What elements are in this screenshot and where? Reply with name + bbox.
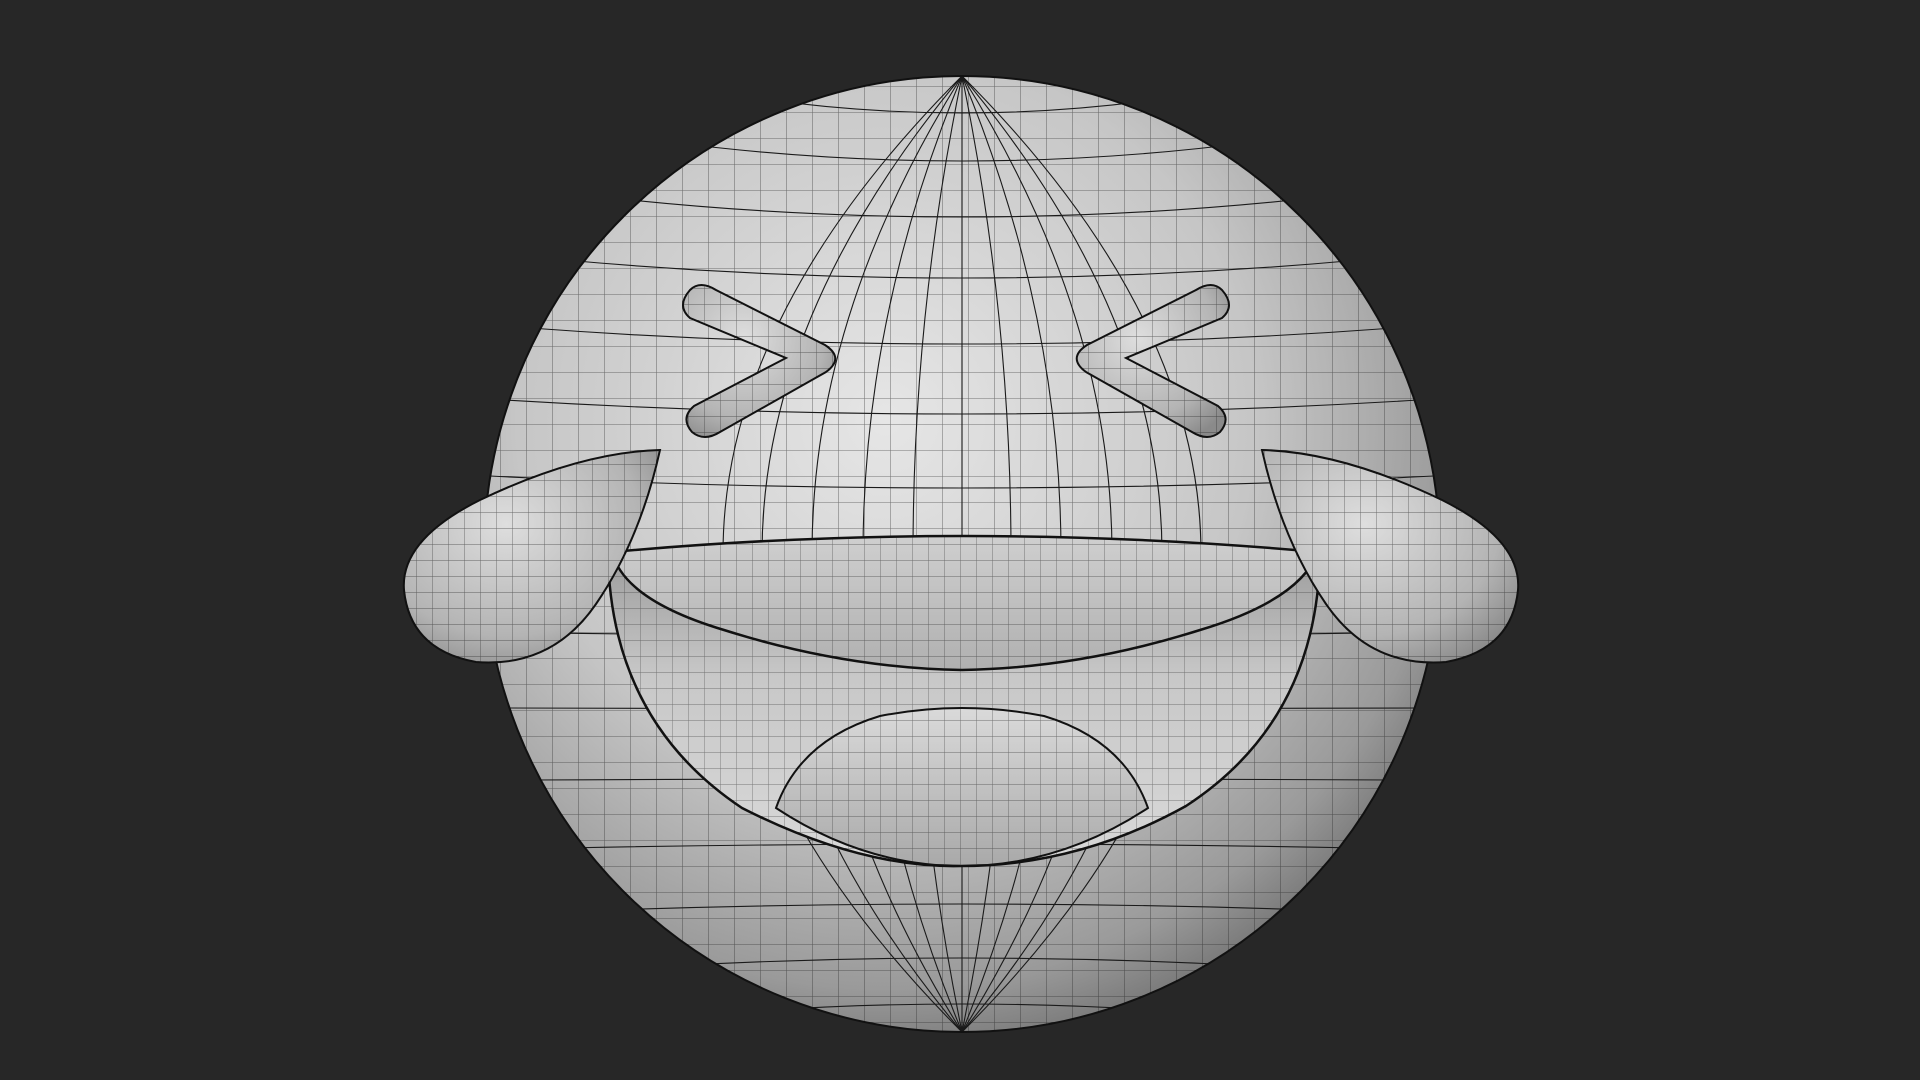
viewport-canvas [0, 0, 1920, 1080]
3d-viewport[interactable] [0, 0, 1920, 1080]
